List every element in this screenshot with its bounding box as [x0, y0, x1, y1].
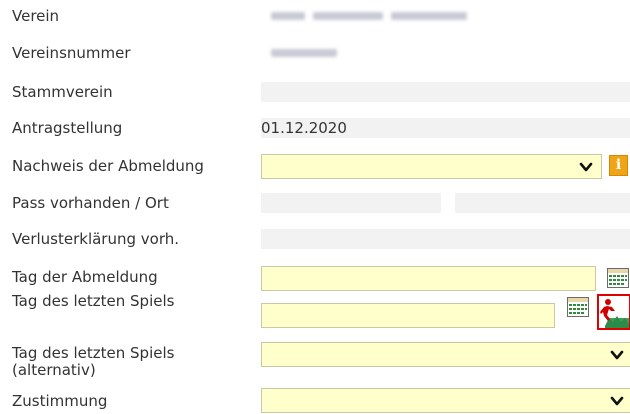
label-nachweis: Nachweis der Abmeldung	[12, 157, 204, 175]
verein-value	[261, 6, 630, 26]
verlusterklaerung-value	[261, 229, 630, 249]
redacted-text	[391, 12, 467, 20]
pass-ort-value	[455, 193, 630, 213]
redacted-text	[313, 12, 383, 20]
label-vereinsnummer: Vereinsnummer	[12, 44, 131, 62]
tag-letztes-spiel-input[interactable]	[261, 303, 555, 328]
label-tag-abmeldung: Tag der Abmeldung	[12, 268, 158, 286]
tag-letztes-spiel-alt-select[interactable]	[261, 342, 630, 367]
football-player-icon	[600, 299, 629, 328]
label-verein: Verein	[12, 7, 60, 25]
chevron-down-icon	[579, 162, 593, 172]
redacted-text	[271, 12, 305, 20]
stammverein-value	[261, 82, 630, 102]
label-pass-ort: Pass vorhanden / Ort	[12, 194, 169, 212]
chevron-down-icon	[610, 350, 624, 360]
label-zustimmung: Zustimmung	[12, 392, 108, 410]
label-antragstellung: Antragstellung	[12, 119, 123, 137]
calendar-icon[interactable]	[607, 268, 629, 288]
calendar-icon[interactable]	[567, 297, 589, 317]
tag-abmeldung-input[interactable]	[261, 266, 596, 291]
redacted-text	[271, 49, 337, 57]
label-tag-letztes-spiel-alt: Tag des letzten Spiels (alternativ)	[12, 344, 175, 379]
label-verlusterklaerung: Verlusterklärung vorh.	[12, 230, 180, 248]
vereinsnummer-value	[261, 43, 630, 63]
chevron-down-icon	[610, 396, 624, 406]
pass-vorhanden-value	[261, 193, 441, 213]
info-icon[interactable]: i	[609, 155, 628, 176]
antragstellung-value: 01.12.2020	[261, 118, 630, 138]
label-stammverein: Stammverein	[12, 83, 113, 101]
zustimmung-select[interactable]	[261, 388, 630, 413]
player-match-lookup-button[interactable]	[597, 294, 630, 330]
club-deregistration-form: Verein Vereinsnummer Stammverein Antrags…	[0, 0, 630, 414]
nachweis-select[interactable]	[261, 154, 602, 179]
label-tag-letztes-spiel: Tag des letzten Spiels	[12, 292, 175, 310]
